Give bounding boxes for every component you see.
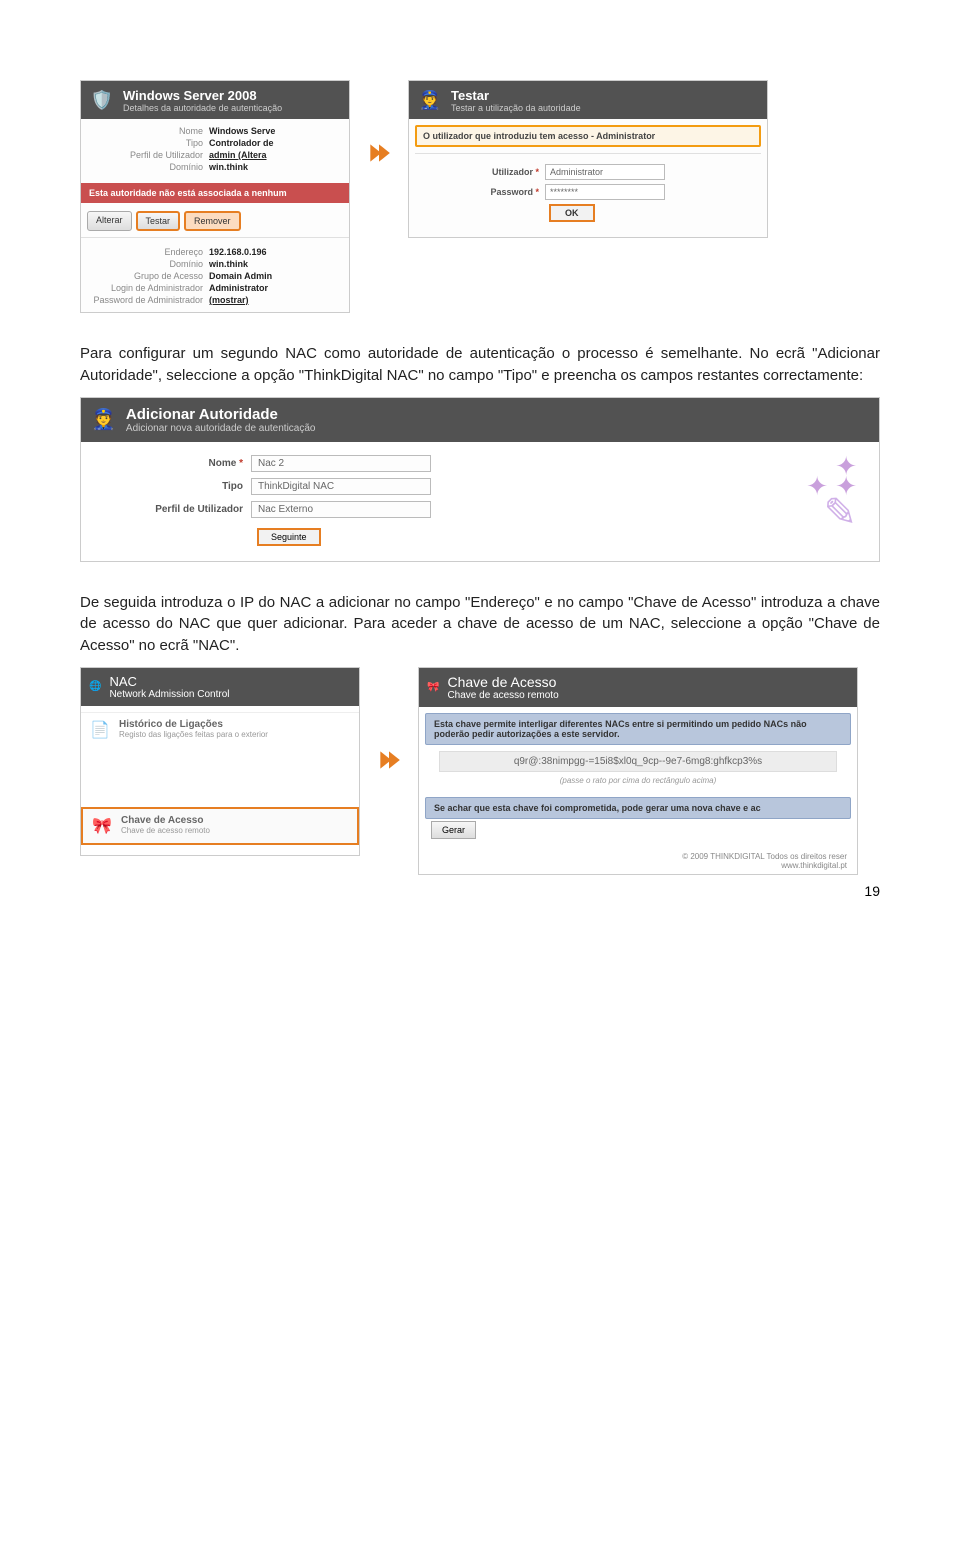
adicionar-autoridade-panel: 👮 Adicionar Autoridade Adicionar nova au…: [80, 397, 880, 562]
arrow-icon: [366, 140, 392, 171]
nac-subtitle: Network Admission Control: [109, 689, 229, 700]
nac-item-historico[interactable]: 📄 Histórico de Ligações Registo das liga…: [81, 712, 359, 747]
ok-button[interactable]: OK: [549, 204, 595, 222]
access-key-box[interactable]: q9r@:38nimpgg-=15i8$xl0q_9cp--9e7-6mg8:g…: [439, 751, 837, 772]
utilizador-input[interactable]: [545, 164, 665, 180]
paragraph-1: Para configurar um segundo NAC como auto…: [80, 343, 880, 387]
ws-subtitle: Detalhes da autoridade de autenticação: [123, 103, 282, 113]
seguinte-button[interactable]: Seguinte: [257, 528, 321, 546]
testar-panel: 👮 Testar Testar a utilização da autorida…: [408, 80, 768, 238]
chave-title: Chave de Acesso: [447, 674, 558, 690]
shield-icon: 🛡️: [89, 87, 115, 113]
windows-server-header: 🛡️ Windows Server 2008 Detalhes da autor…: [81, 81, 349, 119]
top-screenshot-row: 🛡️ Windows Server 2008 Detalhes da autor…: [80, 80, 880, 313]
add-subtitle: Adicionar nova autoridade de autenticaçã…: [126, 423, 316, 434]
arrow-icon: [376, 747, 402, 778]
chave-info-bar2: Se achar que esta chave foi comprometida…: [425, 797, 851, 819]
bottom-screenshot-row: 🌐 NAC Network Admission Control 📄 Histór…: [80, 667, 880, 875]
ws-fields2: Endereço192.168.0.196 Domíniowin.think G…: [81, 240, 349, 312]
chave-info-bar: Esta chave permite interligar diferentes…: [425, 713, 851, 745]
alterar-button[interactable]: Alterar: [87, 211, 132, 231]
gerar-button[interactable]: Gerar: [431, 821, 476, 839]
tipo-select[interactable]: [251, 478, 431, 495]
ws-button-row: Alterar Testar Remover: [81, 207, 349, 235]
history-icon: 📄: [89, 719, 111, 741]
warning-bar: Esta autoridade não está associada a nen…: [81, 183, 349, 203]
password-input[interactable]: [545, 184, 665, 200]
ws-title: Windows Server 2008: [123, 88, 282, 103]
chave-subtitle: Chave de acesso remoto: [447, 690, 558, 701]
nac-panel: 🌐 NAC Network Admission Control 📄 Histór…: [80, 667, 360, 856]
perfil-select[interactable]: [251, 501, 431, 518]
nac-title: NAC: [109, 674, 229, 689]
officer-icon: 👮: [417, 87, 443, 113]
key-hint: (passe o rato por cima do rectângulo aci…: [419, 774, 857, 791]
testar-title: Testar: [451, 88, 581, 103]
chave-de-acesso-panel: 🎀 Chave de Acesso Chave de acesso remoto…: [418, 667, 858, 875]
ribbon-icon: 🎀: [427, 682, 439, 693]
page-number: 19: [864, 883, 880, 899]
ribbon-icon: 🎀: [91, 815, 113, 837]
windows-server-panel: 🛡️ Windows Server 2008 Detalhes da autor…: [80, 80, 350, 313]
nac-item-chave[interactable]: 🎀 Chave de Acesso Chave de acesso remoto: [81, 807, 359, 845]
testar-header: 👮 Testar Testar a utilização da autorida…: [409, 81, 767, 119]
nome-input[interactable]: [251, 455, 431, 472]
testar-button[interactable]: Testar: [136, 211, 181, 231]
ws-fields: NomeWindows Serve TipoControlador de Per…: [81, 119, 349, 179]
remover-button[interactable]: Remover: [184, 211, 241, 231]
officer-icon: 👮: [91, 407, 116, 432]
add-title: Adicionar Autoridade: [126, 406, 316, 423]
stars-decoration: ✦✦ ✦✎: [806, 452, 869, 530]
paragraph-2: De seguida introduza o IP do NAC a adici…: [80, 592, 880, 657]
testar-subtitle: Testar a utilização da autoridade: [451, 103, 581, 113]
testar-info-bar: O utilizador que introduziu tem acesso -…: [415, 125, 761, 147]
globe-icon: 🌐: [89, 681, 101, 692]
footer-copyright: © 2009 THINKDIGITAL Todos os direitos re…: [419, 844, 857, 874]
